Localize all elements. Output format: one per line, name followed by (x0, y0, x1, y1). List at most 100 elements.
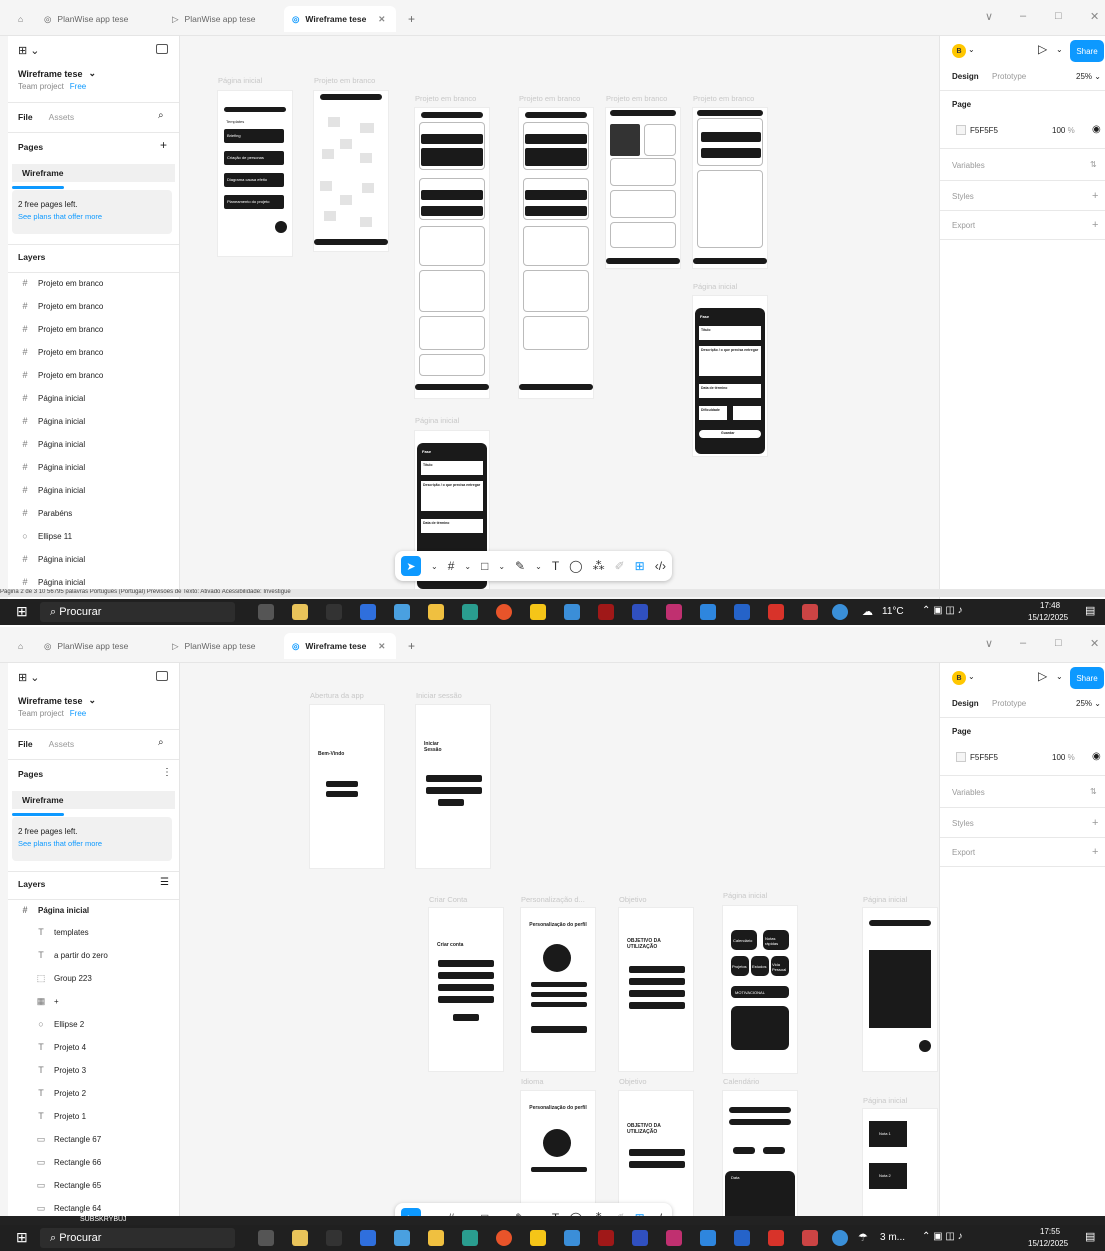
add-export-icon[interactable]: + (1092, 219, 1098, 231)
page-color-value[interactable]: F5F5F5 (970, 753, 998, 762)
sidebar-toggle-icon[interactable] (156, 671, 168, 681)
maximize-button[interactable]: □ (1055, 637, 1062, 649)
rectangle-tool-icon[interactable]: □ (481, 559, 488, 573)
minimize-button[interactable]: – (1020, 637, 1026, 649)
app-icon[interactable] (326, 1230, 342, 1246)
close-window-button[interactable]: ✕ (1090, 637, 1099, 650)
pen-tool-icon[interactable]: ✎ (515, 559, 525, 573)
page-opacity[interactable]: 100 % (1052, 753, 1075, 762)
app-icon[interactable] (802, 1230, 818, 1246)
chevron-down-icon[interactable]: ⌄ (1056, 45, 1063, 54)
app-icon[interactable] (832, 1230, 848, 1246)
tab-wireframe[interactable]: ◎ Wireframe tese ✕ (284, 6, 396, 32)
frame-calendario[interactable]: Data (723, 1091, 797, 1231)
notification-icon[interactable]: ▤ (1085, 604, 1095, 617)
layer-item[interactable]: T Projeto 2 (8, 1082, 179, 1104)
add-style-icon[interactable]: + (1092, 817, 1098, 829)
layer-item[interactable]: # Parabéns (8, 502, 179, 524)
move-tool-icon[interactable]: ➤ (401, 556, 421, 576)
zoom-level[interactable]: 25% ⌄ (1076, 699, 1101, 708)
file-name[interactable]: Wireframe tese ⌄ (8, 68, 179, 79)
page-color-swatch[interactable] (956, 752, 966, 762)
variables-icon[interactable]: ⇅ (1090, 160, 1097, 169)
add-page-button[interactable]: + (160, 138, 167, 152)
close-tab-icon[interactable]: ✕ (378, 14, 385, 25)
frame-pagina-inicial[interactable]: Calendário Notas rápidas Projetos Estudo… (723, 906, 797, 1073)
folder-icon[interactable] (428, 1230, 444, 1246)
layer-item[interactable]: ○ Ellipse 11 (8, 525, 179, 547)
chevron-down-icon[interactable]: ∨ (985, 637, 993, 650)
see-plans-link[interactable]: See plans that offer more (8, 839, 179, 848)
app-icon[interactable] (360, 604, 376, 620)
frame-projeto-em-branco[interactable] (693, 108, 767, 268)
main-menu-button[interactable]: ⊞ ⌄ (8, 671, 179, 684)
present-icon[interactable]: ▷ (1038, 42, 1047, 56)
app-icon[interactable] (632, 604, 648, 620)
app-icon[interactable] (666, 1230, 682, 1246)
frame-projeto-em-branco[interactable] (415, 108, 489, 398)
tab-assets[interactable]: Assets (49, 739, 75, 749)
tab-file[interactable]: File (18, 739, 33, 749)
frame-personalizacao[interactable]: Personalização do perfil (521, 908, 595, 1071)
maximize-button[interactable]: □ (1055, 10, 1062, 22)
app-icon[interactable] (700, 604, 716, 620)
draw-tool-icon[interactable]: ✐ (615, 559, 625, 573)
app-icon[interactable] (832, 604, 848, 620)
avatar[interactable]: B (952, 44, 966, 58)
app-icon[interactable] (564, 604, 580, 620)
present-icon[interactable]: ▷ (1038, 669, 1047, 683)
frame-abertura-app[interactable]: Bem-Vindo (310, 705, 384, 868)
tab-planwise-1[interactable]: ◎ PlanWise app tese (36, 6, 136, 32)
windows-start-icon[interactable]: ⊞ (16, 603, 28, 620)
tab-planwise-1[interactable]: ◎ PlanWise app tese (36, 633, 136, 659)
illustrator-icon[interactable] (598, 1230, 614, 1246)
layer-item[interactable]: # Projeto em branco (8, 364, 179, 386)
tab-planwise-2[interactable]: ▷ PlanWise app tese (164, 633, 263, 659)
layer-item[interactable]: # Página inicial (8, 433, 179, 455)
layer-page-root[interactable]: # Página inicial (8, 899, 179, 921)
close-tab-icon[interactable]: ✕ (378, 641, 385, 652)
app-icon[interactable] (292, 1230, 308, 1246)
layer-item[interactable]: # Página inicial (8, 456, 179, 478)
tab-planwise-2[interactable]: ▷ PlanWise app tese (164, 6, 263, 32)
pdf-icon[interactable] (768, 1230, 784, 1246)
add-style-icon[interactable]: + (1092, 190, 1098, 202)
share-button[interactable]: Share (1070, 40, 1104, 62)
page-color-swatch[interactable] (956, 125, 966, 135)
variables-icon[interactable]: ⇅ (1090, 787, 1097, 796)
app-icon[interactable] (632, 1230, 648, 1246)
new-tab-button[interactable]: + (400, 6, 423, 32)
taskbar-search[interactable]: ⌕ Procurar (40, 1228, 235, 1248)
frame-pagina-inicial[interactable]: Templates Briefing Criação de personas D… (218, 91, 292, 256)
word-icon[interactable] (734, 1230, 750, 1246)
dev-mode-icon[interactable]: ⊞ (635, 559, 645, 573)
app-icon[interactable] (666, 604, 682, 620)
taskbar-search[interactable]: ⌕ Procurar (40, 602, 235, 622)
actions-icon[interactable]: ⁂ (593, 559, 605, 573)
eye-icon[interactable]: ◉ (1092, 124, 1101, 135)
layer-item[interactable]: # Página inicial (8, 548, 179, 570)
see-plans-link[interactable]: See plans that offer more (8, 212, 179, 221)
layer-item[interactable]: T Projeto 4 (8, 1036, 179, 1058)
layer-item[interactable]: # Projeto em branco (8, 272, 179, 294)
frame-pagina-inicial[interactable]: Fase Título Descrição / o que precisa en… (693, 296, 767, 456)
close-window-button[interactable]: ✕ (1090, 10, 1099, 23)
main-menu-button[interactable]: ⊞ ⌄ (8, 44, 179, 57)
layer-item[interactable]: ▦ + (8, 990, 179, 1012)
app-icon[interactable] (802, 604, 818, 620)
layer-item[interactable]: # Projeto em branco (8, 295, 179, 317)
canvas[interactable]: Abertura da app Bem-Vindo Iniciar sessão… (181, 663, 938, 1251)
chevron-down-icon[interactable]: ∨ (985, 10, 993, 23)
share-button[interactable]: Share (1070, 667, 1104, 689)
edge-icon[interactable] (462, 604, 478, 620)
windows-start-icon[interactable]: ⊞ (16, 1229, 28, 1246)
avatar[interactable]: B (952, 671, 966, 685)
illustrator-icon[interactable] (598, 604, 614, 620)
add-export-icon[interactable]: + (1092, 846, 1098, 858)
page-item-wireframe[interactable]: Wireframe (12, 791, 175, 809)
layer-item[interactable]: ▭ Rectangle 65 (8, 1174, 179, 1196)
tab-assets[interactable]: Assets (49, 112, 75, 122)
frame-criar-conta[interactable]: Criar conta (429, 908, 503, 1071)
tray-icons[interactable]: ⌃ ▣ ◫ ♪ (922, 1231, 963, 1242)
frame-pagina-inicial[interactable] (863, 908, 937, 1071)
